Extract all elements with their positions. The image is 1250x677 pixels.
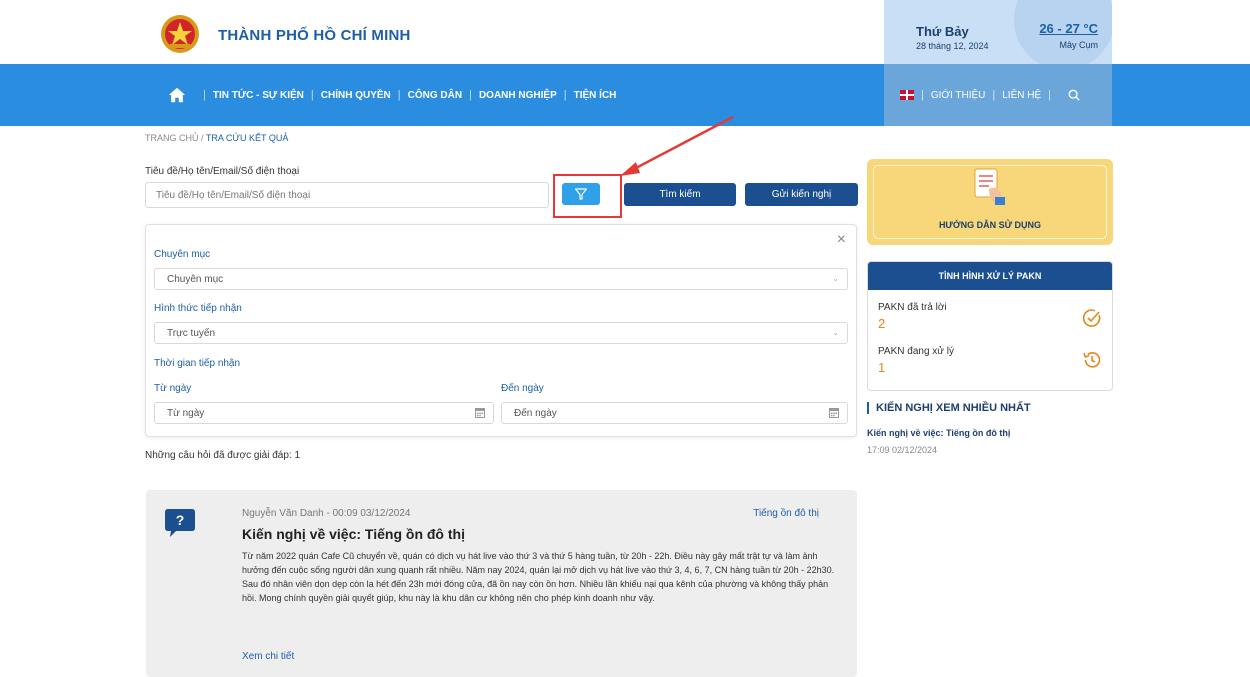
category-select-value: Chuyên mục [167,273,224,285]
filter-button[interactable] [562,183,600,205]
send-petition-button[interactable]: Gửi kiến nghị [745,183,858,206]
nav-separator: | [563,89,567,101]
from-date-input[interactable]: Từ ngày [154,402,494,424]
search-icon[interactable] [1068,89,1080,101]
user-guide-card[interactable]: HƯỚNG DẪN SỬ DỤNG [867,159,1113,245]
method-label: Hình thức tiếp nhận [154,303,242,314]
chevron-down-icon: ⌄ [832,328,839,337]
status-card: TÌNH HÌNH XỬ LÝ PAKN PAKN đã trả lời 2 P… [867,261,1113,391]
question-category[interactable]: Tiếng ồn đô thị [753,508,819,519]
nav-separator: | [992,89,996,101]
document-hand-icon [974,168,1005,205]
to-date-label: Đến ngày [501,383,544,394]
status-answered: PAKN đã trả lời 2 [878,302,947,331]
status-answered-value: 2 [878,316,886,331]
breadcrumb-current: TRA CỨU KẾT QUẢ [205,133,289,143]
emblem-logo[interactable] [160,14,200,54]
nav-item-utilities[interactable]: TIỆN ÍCH [574,90,617,101]
nav-items: | TIN TỨC - SỰ KIỆN | CHÍNH QUYỀN | CÔNG… [168,64,616,126]
calendar-icon[interactable] [475,407,485,418]
breadcrumb-home[interactable]: TRANG CHỦ / [145,133,204,143]
status-processing: PAKN đang xử lý 1 [878,346,954,375]
to-date-input[interactable]: Đến ngày [501,402,848,424]
status-processing-value: 1 [878,360,886,375]
english-flag-icon[interactable] [900,90,914,100]
svg-text:?: ? [176,512,185,528]
question-author: Nguyễn Văn Danh - 00:09 03/12/2024 [242,508,411,519]
weather-date: 28 tháng 12, 2024 [916,41,989,51]
from-date-label: Từ ngày [154,383,192,394]
check-circle-icon [1082,309,1101,327]
calendar-icon[interactable] [829,407,839,418]
question-card: ? Nguyễn Văn Danh - 00:09 03/12/2024 Tiế… [146,490,857,677]
method-select[interactable]: Trực tuyến ⌄ [154,322,848,344]
filter-icon [574,188,588,200]
category-select[interactable]: Chuyên mục ⌄ [154,268,848,290]
to-date-placeholder: Đến ngày [514,407,557,419]
status-processing-label: PAKN đang xử lý [878,346,954,357]
weather-condition: Mây Cụm [1059,40,1098,50]
from-date-placeholder: Từ ngày [167,407,205,419]
time-label: Thời gian tiếp nhận [154,358,241,369]
most-viewed-time: 17:09 02/12/2024 [867,445,938,455]
nav-item-citizens[interactable]: CÔNG DÂN [408,90,462,101]
question-bubble-icon: ? [165,509,195,537]
nav-item-news[interactable]: TIN TỨC - SỰ KIỆN [213,90,304,101]
view-details-link[interactable]: Xem chi tiết [242,651,294,662]
home-icon[interactable] [168,86,186,104]
status-answered-label: PAKN đã trả lời [878,302,947,313]
answered-count: Những câu hỏi đã được giải đáp: 1 [145,450,301,461]
nav-item-government[interactable]: CHÍNH QUYỀN [321,90,391,101]
nav-right: | GIỚI THIỆU | LIÊN HỆ | [900,64,1080,126]
nav-separator: | [310,89,314,101]
chevron-down-icon: ⌄ [832,274,839,283]
nav-item-business[interactable]: DOANH NGHIỆP [479,90,557,101]
search-label: Tiêu đề/Họ tên/Email/Số điện thoại [145,166,300,177]
question-title[interactable]: Kiến nghị về việc: Tiếng ồn đô thị [242,526,465,542]
weather-day: Thứ Bảy [916,24,969,39]
site-title[interactable]: THÀNH PHỐ HỒ CHÍ MINH [218,27,411,44]
user-guide-label: HƯỚNG DẪN SỬ DỤNG [938,220,1042,230]
filter-panel: × Chuyên mục Chuyên mục ⌄ Hình thức tiếp… [145,224,857,437]
top-header: THÀNH PHỐ HỒ CHÍ MINH Thứ Bảy 28 tháng 1… [0,0,1250,64]
category-label: Chuyên mục [154,249,211,260]
nav-separator: | [397,89,401,101]
search-button[interactable]: Tìm kiếm [624,183,736,206]
nav-item-about[interactable]: GIỚI THIỆU [931,90,986,101]
weather-widget: Thứ Bảy 28 tháng 12, 2024 26 - 27 °C Mây… [884,0,1112,64]
breadcrumb: TRANG CHỦ / TRA CỨU KẾT QUẢ [145,133,288,143]
main-nav: | TIN TỨC - SỰ KIỆN | CHÍNH QUYỀN | CÔNG… [0,64,1250,126]
nav-separator: | [1048,89,1051,101]
status-card-title: TÌNH HÌNH XỬ LÝ PAKN [868,262,1112,290]
weather-temperature[interactable]: 26 - 27 °C [1039,21,1098,36]
most-viewed-heading: KIẾN NGHỊ XEM NHIỀU NHẤT [867,402,1031,414]
nav-item-contact[interactable]: LIÊN HỆ [1002,90,1041,101]
question-body: Từ năm 2022 quán Cafe Cũ chuyển về, quán… [242,551,835,603]
nav-separator: | [203,89,206,101]
method-select-value: Trực tuyến [167,327,216,339]
history-icon [1083,352,1101,368]
nav-separator: | [469,89,472,101]
most-viewed-item[interactable]: Kiến nghị về việc: Tiếng ồn đô thị [867,428,1010,438]
search-input[interactable] [145,182,549,208]
nav-separator: | [921,89,924,101]
close-icon[interactable]: × [837,231,846,249]
